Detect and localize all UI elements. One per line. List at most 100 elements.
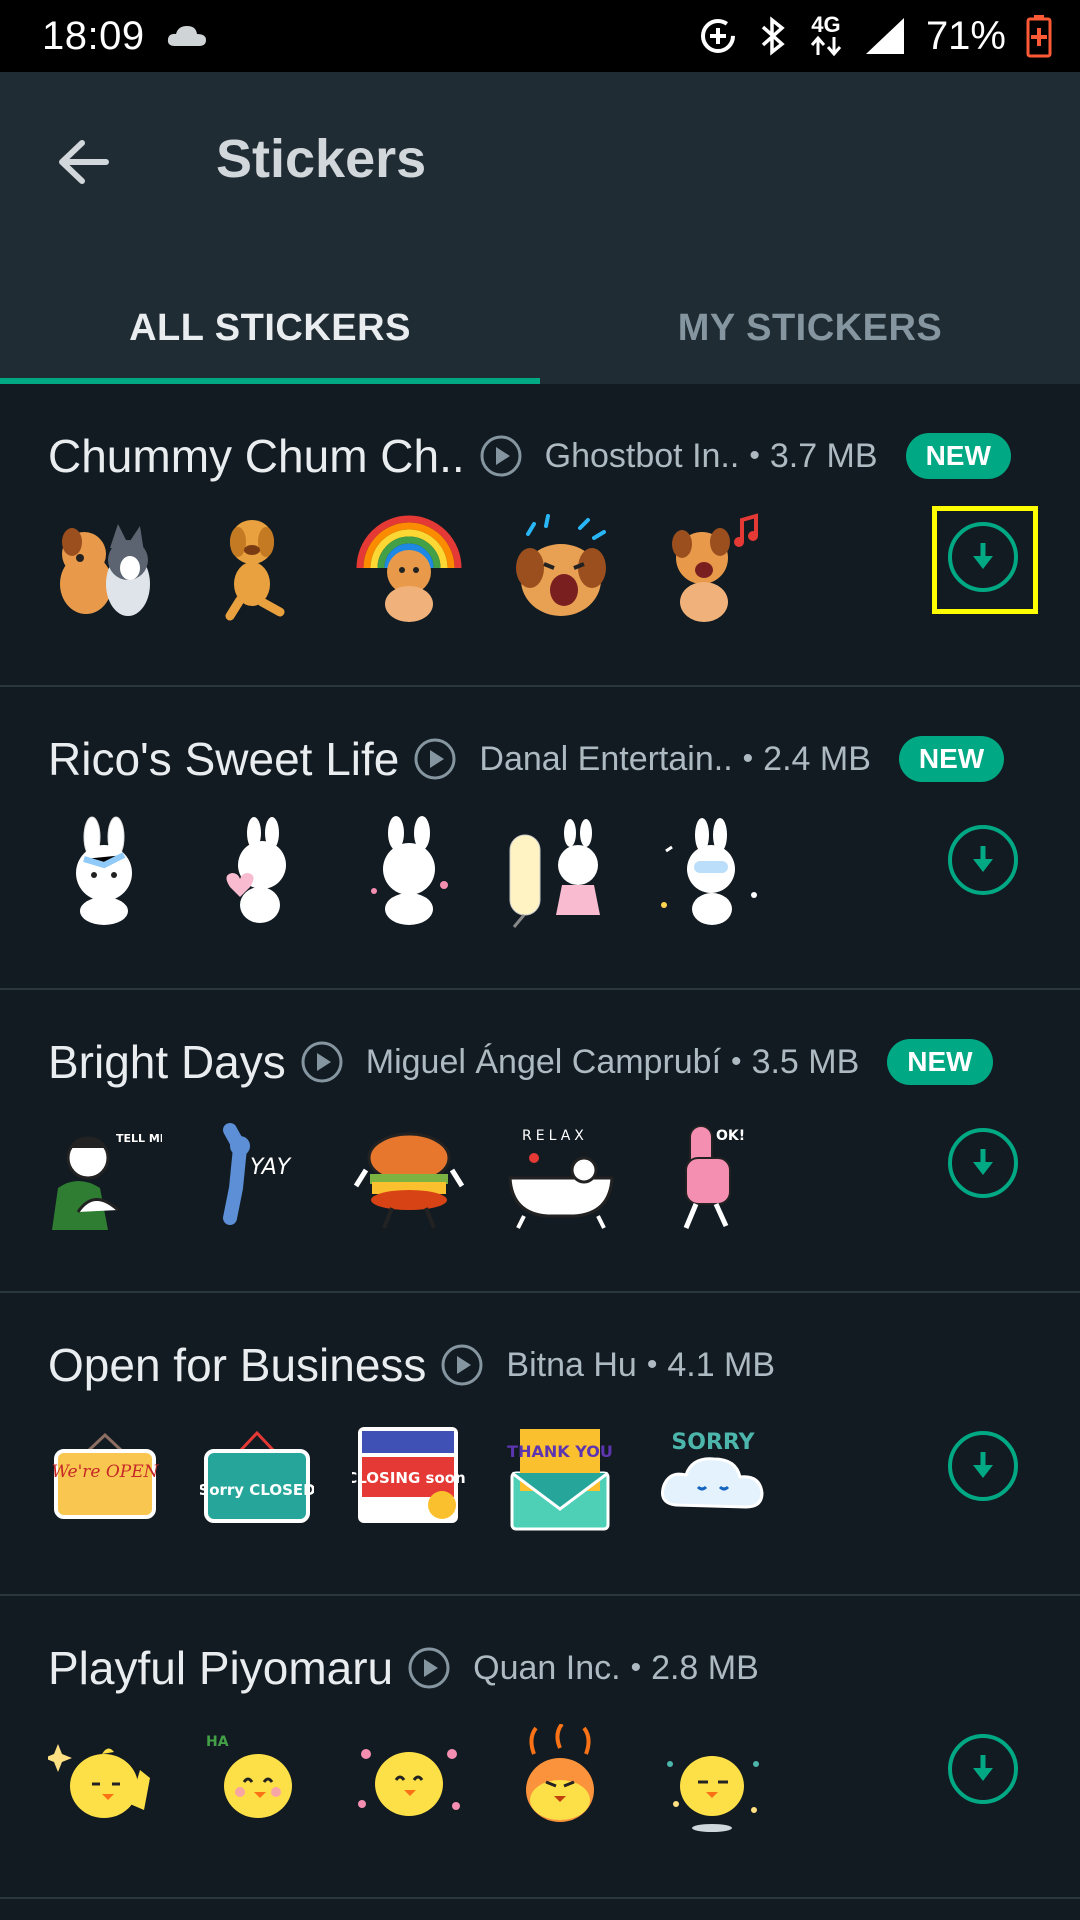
sticker-dog-dancing: [225, 520, 285, 621]
pack-header: Playful Piyomaru Quan Inc. • 2.8 MB: [48, 1638, 1070, 1698]
sticker-text: RELAX: [522, 1128, 588, 1144]
arrow-down-icon: [973, 1755, 993, 1781]
sticker-bathtub-relax: RELAX: [508, 1128, 614, 1229]
pack-size: 2.4 MB: [763, 739, 871, 778]
status-bar: 18:09 4G 71%: [0, 0, 1080, 72]
pack-size: 3.5 MB: [751, 1042, 860, 1081]
pack-header: Open for Business Bitna Hu • 4.1 MB: [48, 1335, 1070, 1395]
new-badge: NEW: [898, 736, 1005, 782]
pack-author: Miguel Ángel Camprubí: [365, 1042, 722, 1081]
sticker-pack-row[interactable]: Open for Business Bitna Hu • 4.1 MB We'r…: [0, 1293, 1080, 1596]
sticker-preview-strip: [48, 512, 770, 626]
network-type: 4G: [811, 12, 841, 37]
sticker-text: We're OPEN: [51, 1462, 159, 1482]
sticker-text: CLOSING soon: [352, 1469, 466, 1487]
download-button[interactable]: [948, 1734, 1018, 1804]
play-preview-icon[interactable]: [407, 1646, 451, 1690]
sticker-chick-angry: [526, 1724, 594, 1822]
pack-name: Chummy Chum Ch..: [48, 430, 465, 482]
tab-my-stickers[interactable]: MY STICKERS: [540, 272, 1080, 384]
pack-size: 3.7 MB: [769, 436, 878, 475]
sticker-text: OK!: [716, 1128, 745, 1144]
pack-header: Rico's Sweet Life Danal Entertain.. • 2.…: [48, 729, 1070, 789]
separator-dot: •: [742, 742, 754, 775]
pack-name: Rico's Sweet Life: [48, 733, 400, 785]
battery-icon: [1026, 15, 1052, 58]
data-arrows-icon: [810, 35, 842, 57]
sticker-bunny-bow: [76, 816, 132, 925]
sticker-text: YAY: [250, 1155, 292, 1180]
status-time: 18:09: [42, 13, 145, 58]
data-saver-icon: [700, 19, 735, 53]
sticker-open-sign: We're OPEN: [51, 1432, 160, 1519]
sticker-text: Sorry CLOSED: [200, 1481, 314, 1499]
play-preview-icon[interactable]: [413, 737, 457, 781]
separator-dot: •: [749, 439, 760, 472]
sticker-pack-row[interactable]: Chummy Chum Ch.. Ghostbot In.. • 3.7 MB …: [0, 384, 1080, 687]
sticker-closing-soon: CLOSING soon: [352, 1427, 466, 1523]
sticker-chick-haha: HA: [206, 1734, 292, 1818]
pack-author: Ghostbot In..: [544, 436, 740, 475]
sticker-thank-you: THANK YOU: [507, 1429, 613, 1531]
sticker-dog-crying: [516, 514, 606, 616]
new-badge: NEW: [887, 1039, 993, 1085]
pack-header: Bright Days Miguel Ángel Camprubí • 3.5 …: [48, 1032, 1070, 1092]
tab-all-stickers[interactable]: ALL STICKERS: [0, 272, 540, 384]
play-preview-icon[interactable]: [440, 1343, 484, 1387]
pack-author: Quan Inc.: [473, 1648, 621, 1687]
play-preview-icon[interactable]: [479, 434, 523, 478]
download-button[interactable]: [948, 825, 1018, 895]
pack-name: Bright Days: [48, 1036, 286, 1088]
pack-name: Playful Piyomaru: [48, 1642, 394, 1694]
sticker-pack-row[interactable]: Bright Days Miguel Ángel Camprubí • 3.5 …: [0, 990, 1080, 1293]
pack-size: 2.8 MB: [651, 1648, 759, 1687]
sticker-dogs-hug: [60, 524, 150, 616]
sticker-pack-row[interactable]: Rico's Sweet Life Danal Entertain.. • 2.…: [0, 687, 1080, 990]
sticker-pack-list[interactable]: Chummy Chum Ch.. Ghostbot In.. • 3.7 MB …: [0, 384, 1080, 1899]
sticker-burger: [353, 1132, 465, 1229]
arrow-left-icon: [59, 140, 109, 184]
sticker-thumbs-up-ok: OK!: [683, 1125, 745, 1229]
sticker-man-tell-me-more: TELL ME MORE: [52, 1132, 162, 1230]
pack-size: 4.1 MB: [667, 1345, 776, 1384]
pack-author: Bitna Hu: [506, 1345, 637, 1384]
arrow-down-icon: [973, 1452, 993, 1478]
arrow-down-icon: [973, 846, 993, 872]
cloud-icon: [167, 26, 206, 46]
play-preview-icon[interactable]: [300, 1040, 344, 1084]
tab-bar: ALL STICKERS MY STICKERS: [0, 272, 1080, 384]
download-button[interactable]: [948, 1431, 1018, 1501]
sticker-sorry-cloud: SORRY: [661, 1430, 764, 1509]
app-bar: Stickers ALL STICKERS MY STICKERS: [0, 72, 1080, 384]
sticker-preview-strip: We're OPEN Sorry CLOSED CLOSING soon THA…: [48, 1421, 770, 1535]
sticker-text: TELL ME MORE: [116, 1132, 162, 1145]
sticker-pack-row[interactable]: Playful Piyomaru Quan Inc. • 2.8 MB HA: [0, 1596, 1080, 1899]
signal-icon: [865, 18, 904, 54]
highlight-box: [932, 506, 1038, 614]
sticker-text: SORRY: [671, 1430, 755, 1455]
sticker-dog-rainbow: [356, 515, 462, 622]
bluetooth-icon: [761, 16, 785, 56]
pack-author: Danal Entertain..: [479, 739, 733, 778]
sticker-text: HA: [206, 1734, 229, 1750]
new-badge: NEW: [905, 433, 1011, 479]
sticker-chick-sparkle: [48, 1744, 150, 1818]
back-button[interactable]: [48, 126, 120, 198]
pack-name: Open for Business: [48, 1339, 427, 1391]
page-title: Stickers: [216, 129, 427, 189]
download-button[interactable]: [948, 1128, 1018, 1198]
sticker-chick-dizzy: [667, 1756, 759, 1832]
sticker-preview-strip: TELL ME MORE YAY RELAX: [48, 1118, 770, 1232]
sticker-closed-sign: Sorry CLOSED: [200, 1430, 314, 1523]
sticker-yay: YAY: [223, 1123, 292, 1225]
sticker-preview-strip: [48, 815, 770, 929]
network-indicator: 4G: [808, 12, 844, 57]
pack-header: Chummy Chum Ch.. Ghostbot In.. • 3.7 MB …: [48, 426, 1070, 486]
sticker-bunny-heart: [226, 817, 286, 923]
sticker-bunny-music: [661, 818, 757, 925]
sticker-preview-strip: HA: [48, 1724, 770, 1838]
sticker-bunny-cheering: [371, 816, 448, 925]
sticker-chick-hearts: [358, 1749, 460, 1816]
separator-dot: •: [646, 1348, 658, 1381]
sticker-dog-singing: [672, 513, 758, 622]
